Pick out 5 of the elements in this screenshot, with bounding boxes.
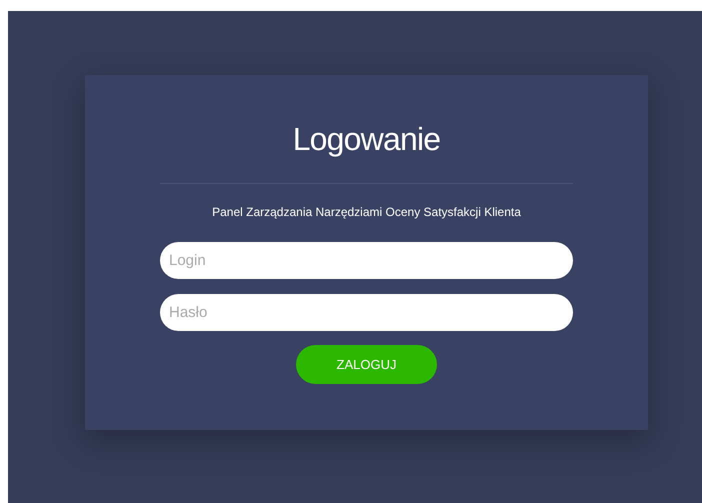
login-button[interactable]: ZALOGUJ [296, 345, 437, 384]
panel-subtitle: Panel Zarządzania Narzędziami Oceny Satysfakcji Klienta [212, 204, 521, 220]
login-title: Logowanie [292, 120, 440, 159]
input-field[interactable]: Hasło [160, 294, 573, 331]
input-field[interactable]: Login [160, 242, 573, 279]
